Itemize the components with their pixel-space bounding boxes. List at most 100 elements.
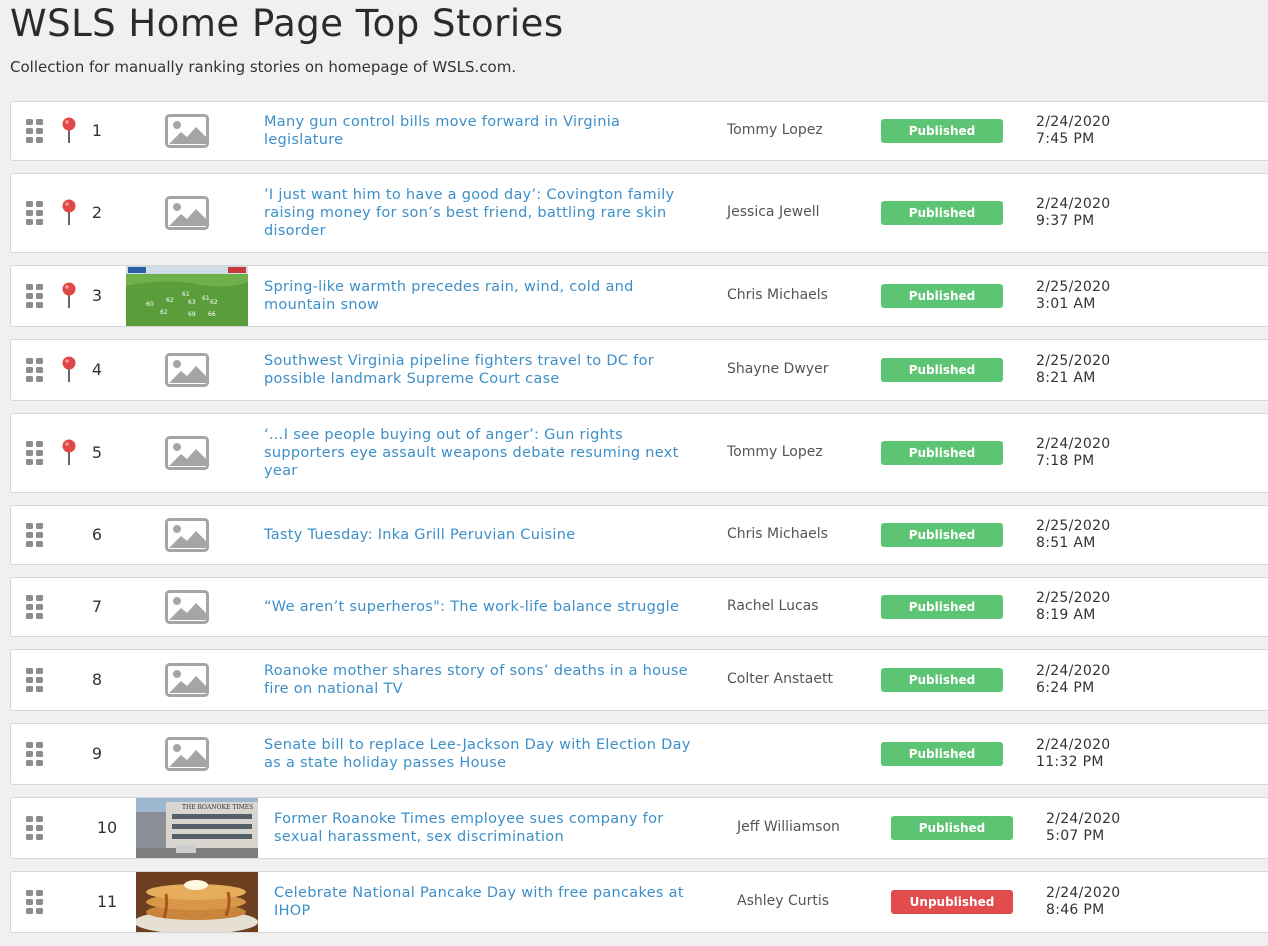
story-headline-link[interactable]: Celebrate National Pancake Day with free… (274, 884, 714, 920)
page-title: WSLS Home Page Top Stories (10, 2, 564, 45)
story-date-time: 5:07 PM (1046, 828, 1105, 844)
story-row[interactable]: 6 Tasty Tuesday: Inka Grill Peruvian Cui… (10, 505, 1268, 565)
image-placeholder-icon (165, 518, 209, 552)
drag-handle-icon[interactable] (26, 358, 44, 382)
svg-text:62: 62 (160, 309, 168, 316)
rank-number: 6 (91, 525, 103, 544)
pin-icon[interactable] (62, 356, 76, 382)
story-row[interactable]: 4 Southwest Virginia pipeline fighters t… (10, 339, 1268, 401)
svg-text:69: 69 (188, 311, 196, 318)
story-date-time: 6:24 PM (1036, 680, 1095, 696)
story-date-day: 2/24/2020 (1046, 885, 1121, 901)
story-row[interactable]: 5 ‘…I see people buying out of anger’: G… (10, 413, 1268, 493)
story-author: Chris Michaels (727, 287, 828, 303)
pin-icon[interactable] (62, 282, 76, 308)
rank-number: 8 (91, 670, 103, 689)
story-author: Tommy Lopez (727, 444, 823, 460)
drag-handle-icon[interactable] (26, 284, 44, 308)
story-date: 2/24/2020 8:46 PM (1046, 885, 1120, 919)
status-badge: Published (881, 358, 1003, 382)
story-date: 2/24/2020 6:24 PM (1036, 663, 1110, 697)
story-date: 2/25/2020 8:21 AM (1036, 353, 1110, 387)
image-placeholder-icon (165, 353, 209, 387)
story-date: 2/25/2020 8:19 AM (1036, 590, 1110, 624)
drag-handle-icon[interactable] (26, 668, 44, 692)
story-author: Colter Anstaett (727, 671, 833, 687)
story-date-day: 2/24/2020 (1036, 114, 1111, 130)
story-date-day: 2/24/2020 (1036, 737, 1111, 753)
story-date: 2/24/2020 7:18 PM (1036, 436, 1110, 470)
drag-handle-icon[interactable] (26, 816, 44, 840)
image-placeholder-icon (165, 114, 209, 148)
story-date-time: 3:01 AM (1036, 296, 1096, 312)
story-date-day: 2/24/2020 (1036, 663, 1111, 679)
story-headline-link[interactable]: Former Roanoke Times employee sues compa… (274, 810, 714, 846)
story-date-time: 7:45 PM (1036, 131, 1095, 147)
story-row[interactable]: 2 ’I just want him to have a good day’: … (10, 173, 1268, 253)
story-headline-link[interactable]: Many gun control bills move forward in V… (264, 113, 704, 149)
story-row[interactable]: 10 THE ROANOKE TIMES Former Roanoke Time… (10, 797, 1268, 859)
story-thumbnail (134, 872, 258, 934)
image-placeholder-icon (165, 590, 209, 624)
story-date-time: 9:37 PM (1036, 213, 1095, 229)
story-author: Chris Michaels (727, 526, 828, 542)
story-author: Rachel Lucas (727, 598, 819, 614)
svg-text:61: 61 (182, 291, 190, 298)
story-date-time: 8:21 AM (1036, 370, 1096, 386)
story-headline-link[interactable]: ‘…I see people buying out of anger’: Gun… (264, 426, 704, 480)
story-headline-link[interactable]: ’I just want him to have a good day’: Co… (264, 186, 704, 240)
drag-handle-icon[interactable] (26, 119, 44, 143)
svg-text:61: 61 (202, 295, 210, 302)
status-badge: Published (881, 523, 1003, 547)
story-date-time: 8:46 PM (1046, 902, 1105, 918)
story-date: 2/25/2020 8:51 AM (1036, 518, 1110, 552)
pin-icon[interactable] (62, 117, 76, 143)
image-placeholder-icon (165, 436, 209, 470)
story-row[interactable]: 9 Senate bill to replace Lee-Jackson Day… (10, 723, 1268, 785)
story-headline-link[interactable]: Southwest Virginia pipeline fighters tra… (264, 352, 704, 388)
svg-text:63: 63 (188, 299, 196, 306)
story-headline-link[interactable]: “We aren’t superheros": The work-life ba… (264, 598, 704, 616)
status-badge: Published (881, 119, 1003, 143)
story-row[interactable]: 7 “We aren’t superheros": The work-life … (10, 577, 1268, 637)
drag-handle-icon[interactable] (26, 523, 44, 547)
drag-handle-icon[interactable] (26, 890, 44, 914)
story-headline-link[interactable]: Roanoke mother shares story of sons’ dea… (264, 662, 704, 698)
pin-icon[interactable] (62, 439, 76, 465)
drag-handle-icon[interactable] (26, 441, 44, 465)
story-date-time: 11:32 PM (1036, 754, 1104, 770)
story-headline-link[interactable]: Spring-like warmth precedes rain, wind, … (264, 278, 704, 314)
rank-number: 11 (96, 892, 118, 911)
story-date-day: 2/24/2020 (1046, 811, 1121, 827)
story-row[interactable]: 8 Roanoke mother shares story of sons’ d… (10, 649, 1268, 711)
page-subtitle: Collection for manually ranking stories … (10, 58, 517, 76)
story-row[interactable]: 11 Celebrate National Pancake Day with f… (10, 871, 1268, 934)
status-badge: Unpublished (891, 890, 1013, 914)
story-date: 2/24/2020 9:37 PM (1036, 196, 1110, 230)
drag-handle-icon[interactable] (26, 201, 44, 225)
story-headline-link[interactable]: Tasty Tuesday: Inka Grill Peruvian Cuisi… (264, 526, 704, 544)
story-row[interactable]: 3 60 62 61 63 61 62 62 69 66 Spring-like warmth … (10, 265, 1268, 327)
status-badge: Published (891, 816, 1013, 840)
drag-handle-icon[interactable] (26, 742, 44, 766)
rank-number: 3 (91, 286, 103, 305)
image-placeholder-icon (165, 196, 209, 230)
status-badge: Published (881, 441, 1003, 465)
svg-text:62: 62 (210, 299, 218, 306)
story-date-time: 8:19 AM (1036, 607, 1096, 623)
rank-number: 10 (96, 818, 118, 837)
status-badge: Published (881, 201, 1003, 225)
story-author: Tommy Lopez (727, 122, 823, 138)
drag-handle-icon[interactable] (26, 595, 44, 619)
status-badge: Published (881, 668, 1003, 692)
story-headline-link[interactable]: Senate bill to replace Lee-Jackson Day w… (264, 736, 704, 772)
story-date-day: 2/24/2020 (1036, 436, 1111, 452)
pin-icon[interactable] (62, 199, 76, 225)
image-placeholder-icon (165, 663, 209, 697)
status-badge: Published (881, 742, 1003, 766)
svg-text:62: 62 (166, 297, 174, 304)
story-row[interactable]: 1 Many gun control bills move forward in… (10, 101, 1268, 161)
story-thumbnail: THE ROANOKE TIMES (136, 798, 258, 858)
svg-text:THE ROANOKE TIMES: THE ROANOKE TIMES (182, 804, 253, 811)
story-thumbnail: 60 62 61 63 61 62 62 69 66 (126, 266, 248, 326)
